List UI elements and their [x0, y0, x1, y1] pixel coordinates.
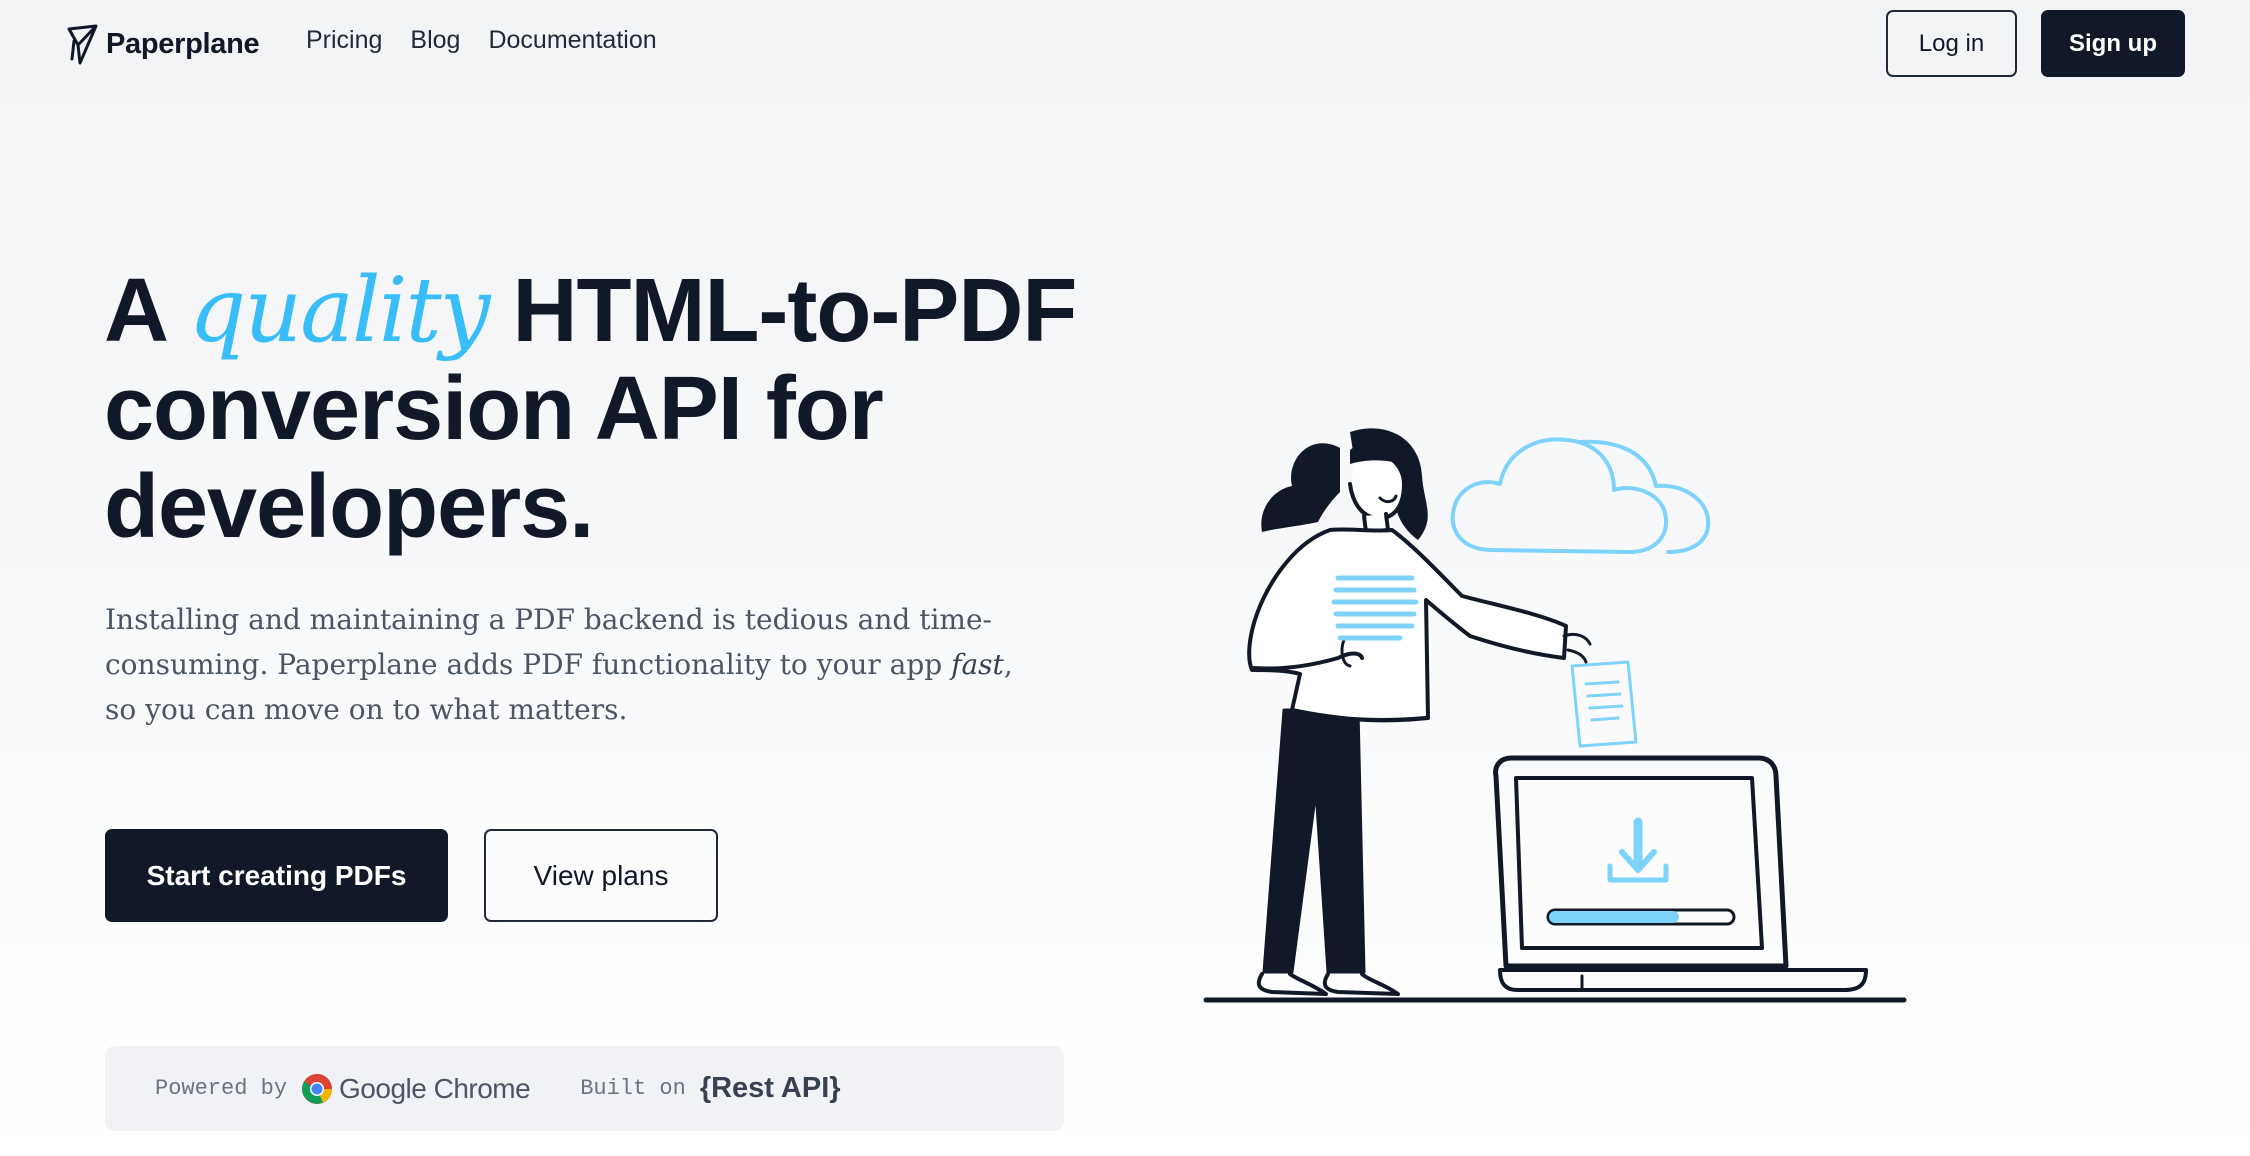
powered-by-bar: Powered by Google Chrome Built on {Rest … — [105, 1046, 1064, 1131]
cloud-icon — [1450, 437, 1711, 554]
headline-prefix: A — [104, 261, 189, 361]
start-creating-pdfs-button[interactable]: Start creating PDFs — [105, 829, 448, 922]
view-plans-button[interactable]: View plans — [484, 829, 718, 922]
login-button[interactable]: Log in — [1886, 10, 2017, 77]
built-on-label: Built on — [580, 1076, 686, 1101]
landing-page: Paperplane Pricing Blog Documentation Lo… — [0, 0, 2250, 1156]
subtext-part1: Installing and maintaining a PDF backend… — [105, 603, 992, 681]
nav-link-pricing[interactable]: Pricing — [306, 26, 382, 55]
brand-name: Paperplane — [106, 27, 260, 60]
headline-line1-rest: HTML-to-PDF — [488, 261, 1078, 361]
google-chrome-logo — [302, 1073, 333, 1104]
powered-by-label: Powered by — [155, 1076, 288, 1101]
google-chrome-brand: Google Chrome — [339, 1072, 531, 1104]
headline-line3: developers. — [104, 457, 594, 557]
headline-accent: quality — [188, 258, 491, 363]
headline-line2: conversion API for — [104, 359, 884, 459]
nav-link-documentation[interactable]: Documentation — [488, 26, 656, 55]
nav-link-blog[interactable]: Blog — [410, 26, 460, 55]
signup-button[interactable]: Sign up — [2041, 10, 2185, 77]
rest-api-brand: {Rest API} — [699, 1072, 841, 1104]
laptop-icon — [1493, 755, 1868, 992]
brand-logo[interactable]: Paperplane — [66, 20, 260, 68]
subtext-emphasis: fast — [951, 648, 1004, 681]
paper-plane-icon — [67, 24, 98, 65]
nav-links: Pricing Blog Documentation — [306, 26, 657, 55]
document-icon — [1570, 660, 1638, 748]
hero-subtext: Installing and maintaining a PDF backend… — [105, 597, 1045, 732]
woman-uploading-document-illustration — [1203, 428, 1907, 1003]
hero-headline: A quality HTML-to-PDF conversion API for… — [104, 261, 1104, 557]
top-nav: Paperplane Pricing Blog Documentation Lo… — [0, 0, 2250, 90]
